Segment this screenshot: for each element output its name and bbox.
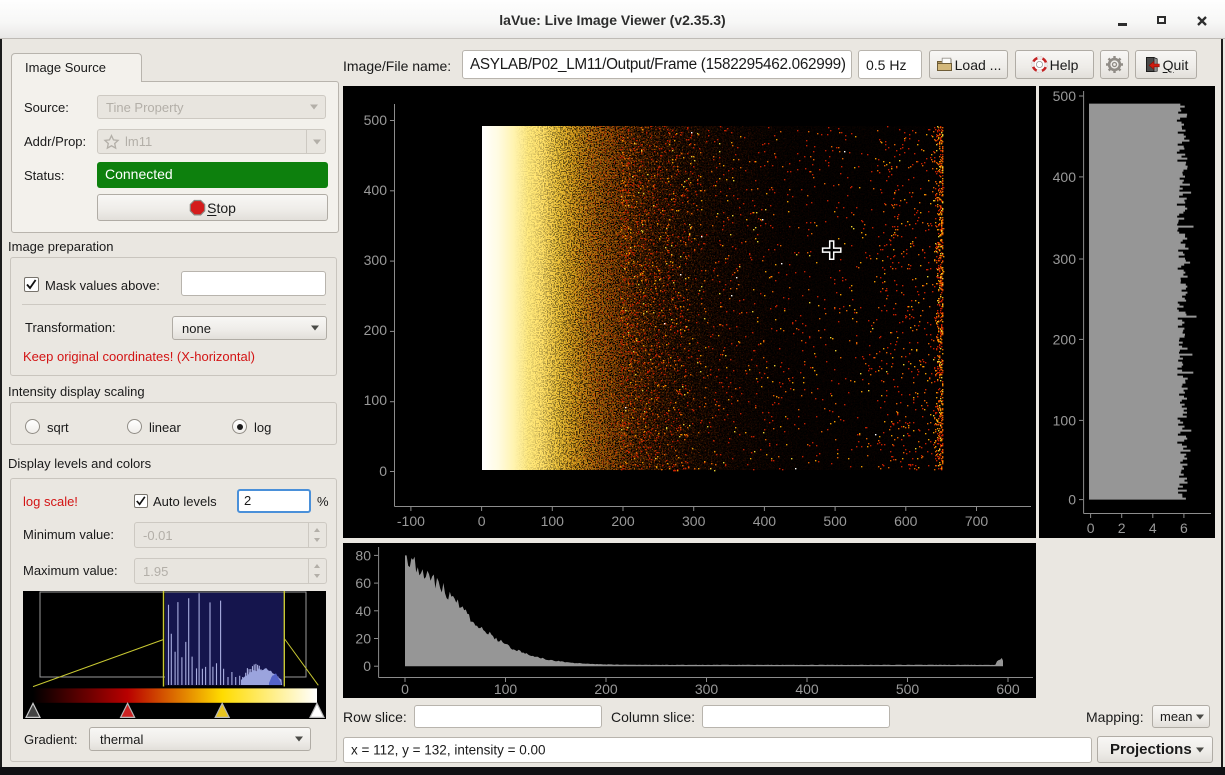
svg-text:40: 40 [355,603,371,619]
svg-text:400: 400 [364,182,388,198]
svg-text:0: 0 [1087,520,1095,536]
svg-text:700: 700 [965,513,989,529]
svg-text:100: 100 [494,681,518,697]
svg-text:80: 80 [355,547,371,563]
svg-text:600: 600 [894,513,918,529]
svg-text:300: 300 [682,513,706,529]
svg-text:-100: -100 [397,513,425,529]
svg-text:500: 500 [364,112,388,128]
svg-text:0: 0 [478,513,486,529]
svg-text:400: 400 [795,681,819,697]
svg-text:20: 20 [355,631,371,647]
svg-text:200: 200 [611,513,635,529]
svg-text:0: 0 [401,681,409,697]
svg-text:500: 500 [823,513,847,529]
svg-text:300: 300 [1053,251,1077,267]
svg-text:60: 60 [355,575,371,591]
svg-text:300: 300 [695,681,719,697]
svg-text:2: 2 [1118,520,1126,536]
svg-text:400: 400 [753,513,777,529]
svg-text:200: 200 [364,322,388,338]
svg-text:500: 500 [1053,88,1077,104]
svg-text:100: 100 [541,513,565,529]
svg-text:4: 4 [1149,520,1157,536]
svg-text:0: 0 [363,658,371,674]
svg-text:500: 500 [896,681,920,697]
svg-text:100: 100 [364,392,388,408]
svg-text:0: 0 [1068,492,1076,508]
svg-text:200: 200 [594,681,618,697]
svg-text:100: 100 [1053,412,1077,428]
svg-text:300: 300 [364,252,388,268]
svg-text:0: 0 [379,463,387,479]
svg-text:600: 600 [996,681,1020,697]
svg-text:400: 400 [1053,169,1077,185]
svg-text:6: 6 [1180,520,1188,536]
svg-text:200: 200 [1053,331,1077,347]
